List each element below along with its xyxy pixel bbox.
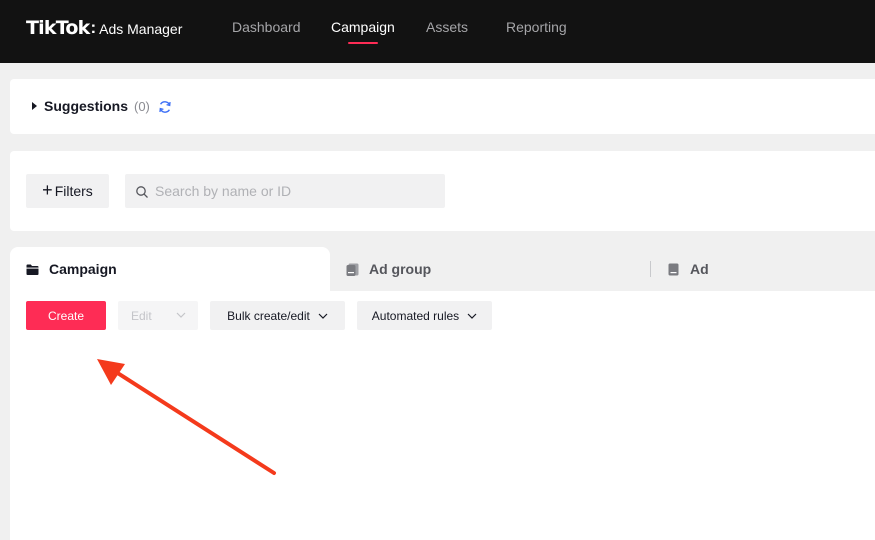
suggestions-count: (0)	[134, 99, 150, 114]
search-input[interactable]	[155, 174, 435, 208]
automated-label: Automated rules	[371, 308, 460, 323]
top-nav-bar: TikTok : Ads Manager Dashboard Campaign …	[0, 0, 875, 63]
automated-rules-dropdown[interactable]: Automated rules	[357, 301, 492, 330]
suggestions-title[interactable]: Suggestions	[44, 98, 128, 114]
tab-divider	[650, 261, 651, 277]
nav-reporting[interactable]: Reporting	[506, 19, 567, 35]
tab-campaign[interactable]: Campaign	[26, 261, 117, 277]
tab-campaign-label: Campaign	[49, 261, 117, 277]
tab-ad-group-label: Ad group	[369, 261, 432, 277]
ad-group-icon	[346, 263, 359, 276]
nav-dashboard[interactable]: Dashboard	[232, 19, 301, 35]
search-box	[125, 174, 445, 208]
nav-campaign[interactable]: Campaign	[331, 19, 395, 35]
bulk-create-edit-dropdown[interactable]: Bulk create/edit	[210, 301, 345, 330]
tiktok-ads-manager-logo[interactable]: TikTok : Ads Manager	[26, 17, 182, 41]
logo-colon: :	[90, 18, 97, 37]
ad-icon	[668, 263, 679, 275]
search-icon	[136, 186, 148, 198]
nav-active-indicator	[348, 42, 378, 44]
chevron-down-icon	[467, 313, 477, 319]
refresh-icon[interactable]	[158, 100, 172, 114]
folder-icon	[26, 264, 39, 275]
expand-caret-icon[interactable]	[32, 102, 37, 110]
create-button[interactable]: Create	[26, 301, 106, 330]
plus-icon: +	[42, 180, 53, 200]
chevron-down-icon	[318, 313, 328, 319]
edit-dropdown[interactable]: Edit	[118, 301, 198, 330]
filters-label: Filters	[54, 183, 93, 199]
nav-assets[interactable]: Assets	[426, 19, 468, 35]
bulk-label: Bulk create/edit	[227, 308, 310, 323]
tab-ad-group[interactable]: Ad group	[346, 261, 431, 277]
edit-label: Edit	[131, 308, 152, 323]
logo-wordmark: TikTok	[26, 17, 90, 39]
logo-subtitle: Ads Manager	[99, 21, 183, 37]
tab-ad-label: Ad	[690, 261, 709, 277]
chevron-down-icon	[176, 312, 186, 318]
filters-button[interactable]: + Filters	[26, 174, 109, 208]
tab-ad[interactable]: Ad	[667, 261, 709, 277]
